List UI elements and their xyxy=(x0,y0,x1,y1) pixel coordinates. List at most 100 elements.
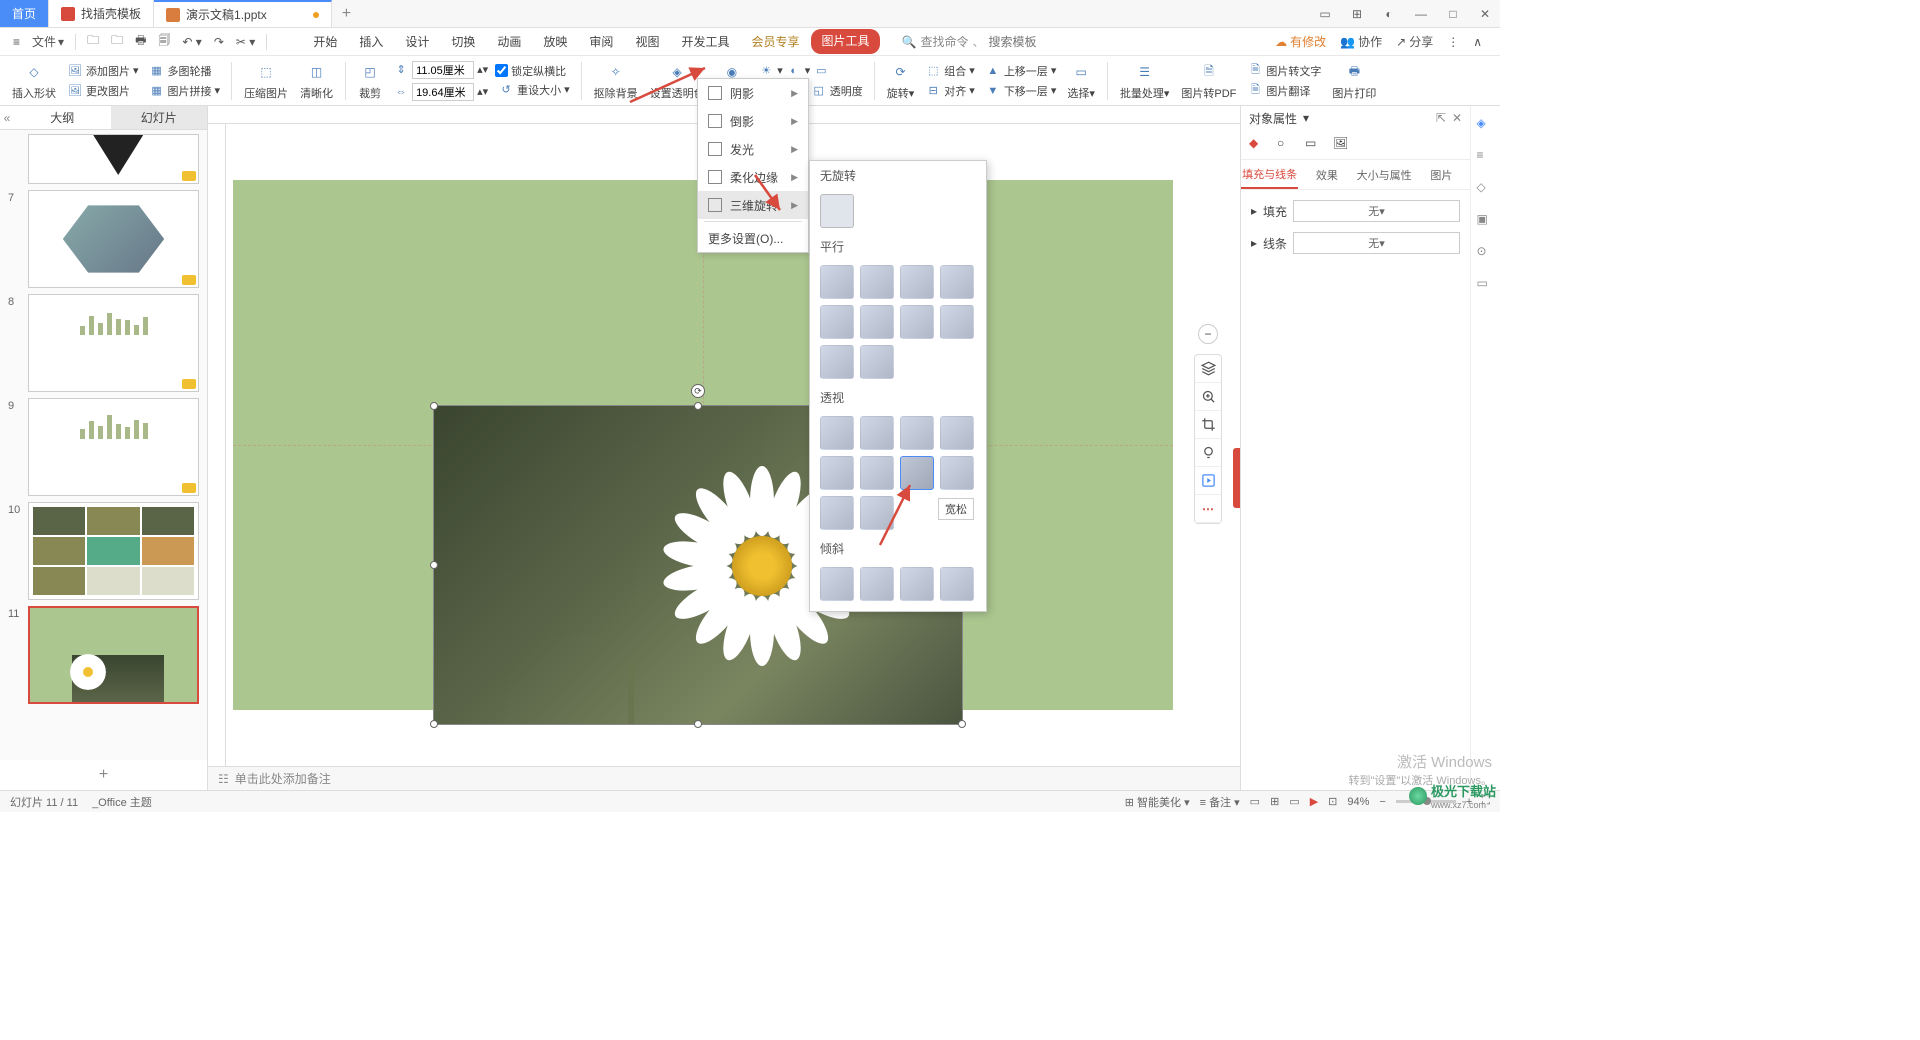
view-sorter-icon[interactable]: ⊞ xyxy=(1270,795,1279,808)
size-tool-icon[interactable]: ▭ xyxy=(1305,136,1323,154)
rotation-preset-perspective-6[interactable] xyxy=(860,456,894,490)
tab-picture-tools[interactable]: 图片工具 xyxy=(811,29,879,54)
width-field[interactable]: ⇔▴▾ xyxy=(390,82,491,102)
combine[interactable]: ⬚组合▾ xyxy=(922,62,978,80)
rotation-preset-perspective-3[interactable] xyxy=(900,416,934,450)
down-layer[interactable]: ▼下移一层▾ xyxy=(982,82,1060,100)
zoom-out-floating[interactable]: − xyxy=(1198,324,1218,344)
height-field[interactable]: ⇕▴▾ xyxy=(390,60,491,80)
unsaved-changes[interactable]: ☁ 有修改 xyxy=(1275,33,1326,50)
view-slideshow-icon[interactable]: ▶ xyxy=(1310,795,1318,808)
zoom-icon[interactable] xyxy=(1195,383,1221,411)
line-select[interactable]: 无 ▾ xyxy=(1293,232,1460,254)
rotation-preset-perspective-8[interactable] xyxy=(940,456,974,490)
tab-add[interactable]: + xyxy=(332,5,361,23)
picture-tool-icon[interactable]: 🖼 xyxy=(1333,136,1351,154)
sidebar-sliders-icon[interactable]: ≡ xyxy=(1477,148,1495,166)
redo-icon[interactable]: ↷ xyxy=(209,32,229,52)
menu-reflection[interactable]: 倒影▶ xyxy=(698,107,808,135)
pic-puzzle[interactable]: ▦图片拼接 ▾ xyxy=(146,82,224,100)
sidebar-image-icon[interactable]: ▣ xyxy=(1477,212,1495,230)
rotation-preset-perspective-5[interactable] xyxy=(820,456,854,490)
view-normal-icon[interactable]: ▭ xyxy=(1250,795,1260,808)
lock-ratio[interactable]: 锁定纵横比 xyxy=(495,63,573,79)
idea-icon[interactable] xyxy=(1195,439,1221,467)
insert-shape-group[interactable]: ◇插入形状 xyxy=(8,60,60,101)
tab-member[interactable]: 会员专享 xyxy=(741,29,809,54)
maximize-button[interactable]: □ xyxy=(1438,0,1468,28)
change-picture[interactable]: 🖼更改图片 xyxy=(64,82,142,100)
rotation-preset-parallel-7[interactable] xyxy=(900,305,934,339)
resize-handle-se[interactable] xyxy=(958,720,966,728)
notes-toggle[interactable]: ≡ 备注 ▾ xyxy=(1200,794,1240,810)
close-button[interactable]: ✕ xyxy=(1470,0,1500,28)
rotation-preset-parallel-9[interactable] xyxy=(820,345,854,379)
tab-effects[interactable]: 效果 xyxy=(1298,160,1355,189)
user-avatar-icon[interactable]: ◐ xyxy=(1374,0,1404,28)
collapse-panel[interactable]: « xyxy=(0,106,14,130)
crop-tool-icon[interactable] xyxy=(1195,411,1221,439)
pic-to-text[interactable]: 🗎图片转文字 xyxy=(1244,62,1324,80)
print-group[interactable]: 🖶图片打印 xyxy=(1328,60,1380,101)
tab-picture[interactable]: 图片 xyxy=(1413,160,1470,189)
pic-translate[interactable]: 🗎图片翻译 xyxy=(1244,82,1324,100)
sidebar-screen-icon[interactable]: ▭ xyxy=(1477,276,1495,294)
slides-tab[interactable]: 幻灯片 xyxy=(111,106,208,129)
resize-handle-n[interactable] xyxy=(694,402,702,410)
tab-transition[interactable]: 切换 xyxy=(441,29,485,54)
tab-insert[interactable]: 插入 xyxy=(349,29,393,54)
rotate-group[interactable]: ⟳旋转▾ xyxy=(883,60,919,101)
rotation-preset-perspective-4[interactable] xyxy=(940,416,974,450)
zoom-level[interactable]: 94% xyxy=(1347,796,1369,808)
rotation-preset-parallel-6[interactable] xyxy=(860,305,894,339)
multi-outline[interactable]: ▦多图轮播 xyxy=(146,62,224,80)
rotation-preset-perspective-1[interactable] xyxy=(820,416,854,450)
red-slider-handle[interactable] xyxy=(1233,448,1240,508)
view-reading-icon[interactable]: ▭ xyxy=(1289,795,1299,808)
search-box[interactable]: 🔍 查找命令、 xyxy=(902,33,1089,50)
notes-bar[interactable]: ☷ 单击此处添加备注 xyxy=(208,766,1240,790)
tab-start[interactable]: 开始 xyxy=(303,29,347,54)
rotation-preset-oblique-1[interactable] xyxy=(820,567,854,601)
pin-icon[interactable]: ⇱ xyxy=(1436,111,1446,125)
rotation-preset-parallel-2[interactable] xyxy=(860,265,894,299)
rotation-preset-parallel-8[interactable] xyxy=(940,305,974,339)
rotation-preset-perspective-7[interactable] xyxy=(900,456,934,490)
align[interactable]: ⊟对齐▾ xyxy=(922,82,978,100)
tab-document[interactable]: 演示文稿1.pptx xyxy=(154,0,332,27)
tab-view[interactable]: 视图 xyxy=(625,29,669,54)
rotation-preset-none[interactable] xyxy=(820,194,854,228)
save-icon[interactable]: 🗀 xyxy=(82,28,104,55)
slide-canvas[interactable]: ⟳ xyxy=(233,180,1173,710)
collapse-ribbon[interactable]: ∧ xyxy=(1473,35,1482,49)
tab-dev[interactable]: 开发工具 xyxy=(671,29,739,54)
print-preview-icon[interactable]: 🗐 xyxy=(153,28,175,55)
batch-group[interactable]: ☰批量处理▾ xyxy=(1116,60,1174,101)
save-as-icon[interactable]: 🗀 xyxy=(106,28,128,55)
more-icon[interactable]: ⋯ xyxy=(1195,495,1221,523)
tab-animation[interactable]: 动画 xyxy=(487,29,531,54)
rotation-preset-parallel-1[interactable] xyxy=(820,265,854,299)
fill-tool-icon[interactable]: ◆ xyxy=(1249,136,1267,154)
tab-home[interactable]: 首页 xyxy=(0,0,49,27)
sidebar-location-icon[interactable]: ⊙ xyxy=(1477,244,1495,262)
app-menu-icon[interactable]: ⊞ xyxy=(1342,0,1372,28)
rotation-handle[interactable]: ⟳ xyxy=(691,384,705,398)
effects-tool-icon[interactable]: ○ xyxy=(1277,136,1295,154)
rotation-preset-parallel-3[interactable] xyxy=(900,265,934,299)
play-icon[interactable] xyxy=(1195,467,1221,495)
minimize-button[interactable]: — xyxy=(1406,0,1436,28)
rotation-preset-parallel-10[interactable] xyxy=(860,345,894,379)
sidebar-select-icon[interactable]: ◈ xyxy=(1477,116,1495,134)
slide-thumbnail-9[interactable]: 9 xyxy=(8,398,199,496)
clarity-group[interactable]: ◫清晰化 xyxy=(296,60,337,101)
width-input[interactable] xyxy=(412,83,474,101)
lock-ratio-checkbox[interactable] xyxy=(495,64,508,77)
rotation-preset-parallel-5[interactable] xyxy=(820,305,854,339)
outline-tab[interactable]: 大纲 xyxy=(14,106,111,129)
fill-row[interactable]: ▸ 填充无 ▾ xyxy=(1251,200,1460,222)
format-painter-icon[interactable]: ✂ ▾ xyxy=(231,32,260,52)
slide-thumbnail-6[interactable] xyxy=(8,134,199,184)
undo-icon[interactable]: ↶ ▾ xyxy=(177,32,206,52)
rotation-preset-oblique-4[interactable] xyxy=(940,567,974,601)
